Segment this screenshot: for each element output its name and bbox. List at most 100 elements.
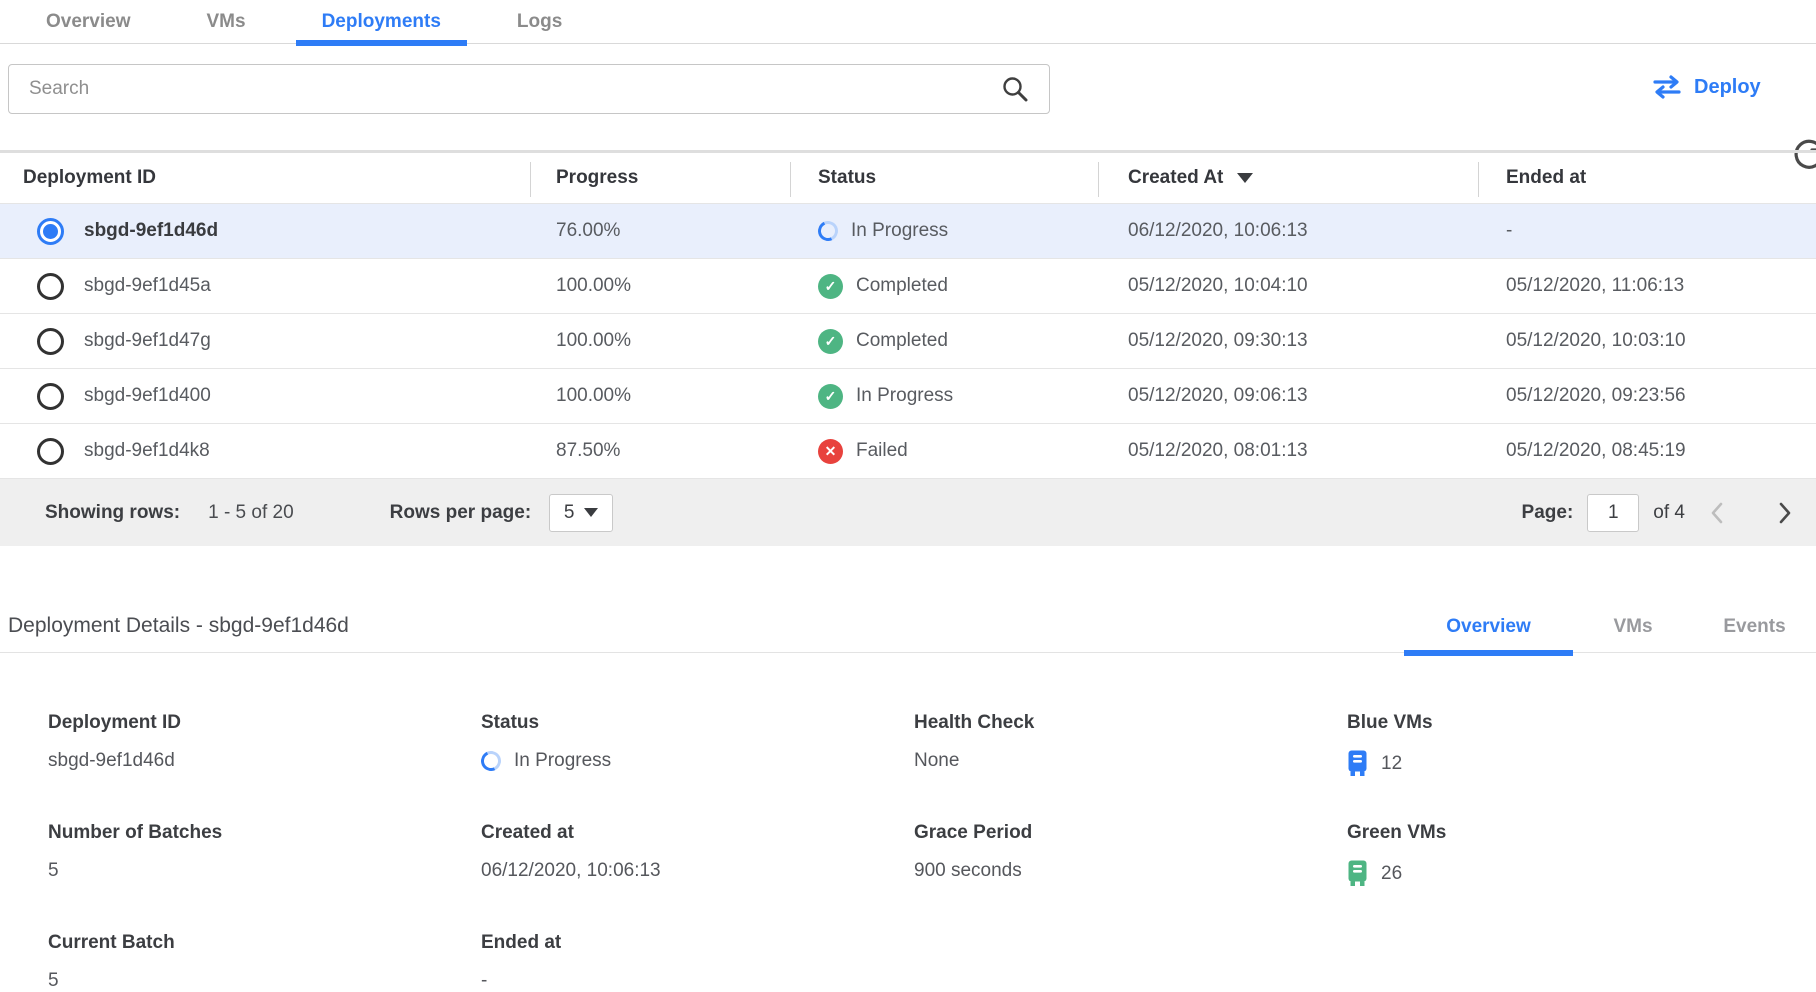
details-tab-overview[interactable]: Overview [1404,600,1573,653]
deployment-id-value: sbgd-9ef1d45a [84,275,211,297]
failed-x-icon: ✕ [818,439,843,464]
row-radio[interactable] [37,218,64,245]
column-header-progress[interactable]: Progress [530,153,790,203]
detail-field-deployment-id: Deployment ID sbgd-9ef1d46d [48,706,481,816]
deployment-id-value: sbgd-9ef1d400 [84,385,211,407]
progress-value: 76.00% [530,220,790,242]
detail-label: Blue VMs [1347,712,1816,734]
details-tab-vms[interactable]: VMs [1573,600,1693,653]
status-label: Completed [856,330,948,352]
deploy-button[interactable]: Deploy [1652,74,1761,100]
detail-value: 12 [1381,753,1402,775]
deployment-details-header: Deployment Details - sbgd-9ef1d46d Overv… [0,600,1816,653]
search-box [8,64,1050,114]
ended-at-value: 05/12/2020, 08:45:19 [1478,440,1816,462]
detail-field-blue-vms: Blue VMs 12 [1347,706,1816,816]
detail-field-green-vms: Green VMs 26 [1347,816,1816,926]
created-at-value: 05/12/2020, 08:01:13 [1098,440,1478,462]
chevron-right-icon [1775,499,1795,527]
showing-rows-value: 1 - 5 of 20 [208,502,294,524]
detail-value: 5 [48,970,59,992]
toolbar: Deploy [0,62,1816,116]
tab-vms[interactable]: VMs [181,0,272,43]
ended-at-value: 05/12/2020, 10:03:10 [1478,330,1816,352]
rows-per-page-value: 5 [564,502,575,524]
column-header-ended-at[interactable]: Ended at [1478,153,1816,203]
detail-value: 26 [1381,863,1402,885]
table-row[interactable]: sbgd-9ef1d4k8 87.50% ✕ Failed 05/12/2020, 08… [0,423,1816,478]
next-page-button[interactable] [1775,499,1795,527]
detail-label: Green VMs [1347,822,1816,844]
table-row[interactable]: sbgd-9ef1d47g 100.00% ✓ Completed 05/12/2020… [0,313,1816,368]
tab-deployments[interactable]: Deployments [296,0,467,43]
created-at-value: 05/12/2020, 09:06:13 [1098,385,1478,407]
rows-per-page-select[interactable]: 5 [549,494,613,532]
row-radio[interactable] [37,328,64,355]
table-row[interactable]: sbgd-9ef1d400100.00%✓In Progress05/12/20… [0,368,1816,423]
detail-field-created-at: Created at 06/12/2020, 10:06:13 [481,816,914,926]
detail-label: Deployment ID [48,712,481,734]
detail-value: sbgd-9ef1d46d [48,750,175,772]
detail-label: Health Check [914,712,1347,734]
rows-per-page-label: Rows per page: [390,502,531,524]
deployment-details-grid: Deployment ID sbgd-9ef1d46d Status In Progr… [48,706,1816,992]
tab-logs[interactable]: Logs [491,0,588,43]
detail-label: Grace Period [914,822,1347,844]
detail-field-ended-at: Ended at - [481,926,914,992]
table-row[interactable]: sbgd-9ef1d45a100.00%✓Completed05/12/2020… [0,258,1816,313]
column-header-created-at[interactable]: Created At [1098,153,1478,203]
detail-label: Ended at [481,932,914,954]
detail-field-current-batch: Current Batch 5 [48,926,481,992]
detail-value: In Progress [514,750,611,772]
deployments-table: Deployment ID Progress Status Created At… [0,150,1816,546]
detail-field-health-check: Health CheckNone [914,706,1347,816]
progress-value: 87.50% [530,440,790,462]
created-at-value: 05/12/2020, 09:30:13 [1098,330,1478,352]
row-radio[interactable] [37,273,64,300]
status-label: Completed [856,275,948,297]
ended-at-value: 05/12/2020, 09:23:56 [1478,385,1816,407]
table-pagination: Showing rows: 1 - 5 of 20 Rows per page:… [0,479,1816,546]
created-at-value: 05/12/2020, 10:04:10 [1098,275,1478,297]
deployment-id-value: sbgd-9ef1d4k8 [84,440,210,462]
ended-at-value: - [1478,220,1816,242]
row-radio[interactable] [37,438,64,465]
completed-check-icon: ✓ [818,329,843,354]
details-tab-events[interactable]: Events [1693,600,1816,653]
completed-check-icon: ✓ [818,384,843,409]
row-radio[interactable] [37,383,64,410]
page-total: of 4 [1653,502,1685,524]
tab-overview[interactable]: Overview [20,0,157,43]
deployment-details-title: Deployment Details - sbgd-9ef1d46d [8,614,349,638]
in-progress-spinner-icon [478,748,504,774]
details-tab-bar: OverviewVMsEvents [1404,600,1816,653]
status-label: In Progress [856,385,953,407]
detail-label: Current Batch [48,932,481,954]
detail-label: Status [481,712,914,734]
column-header-deployment-id[interactable]: Deployment ID [0,153,530,203]
blue-vm-icon [1347,750,1368,777]
detail-label: Number of Batches [48,822,481,844]
table-row[interactable]: sbgd-9ef1d46d 76.00% In Progress 06/12/2020… [0,203,1816,258]
previous-page-button[interactable] [1707,499,1727,527]
column-header-status[interactable]: Status [790,153,1098,203]
search-input[interactable] [9,78,1001,100]
detail-value: - [481,970,487,992]
progress-value: 100.00% [530,330,790,352]
status-label: In Progress [851,220,948,242]
chevron-left-icon [1707,499,1727,527]
showing-rows-label: Showing rows: [45,502,180,524]
detail-label: Created at [481,822,914,844]
page-label: Page: [1522,502,1574,524]
deploy-label: Deploy [1694,76,1761,99]
table-header: Deployment ID Progress Status Created At… [0,150,1816,203]
dropdown-arrow-icon [584,508,598,517]
status-label: Failed [856,440,908,462]
page-number-input[interactable] [1587,494,1639,532]
deployment-id-value: sbgd-9ef1d47g [84,330,211,352]
search-icon [1001,75,1029,103]
ended-at-value: 05/12/2020, 11:06:13 [1478,275,1816,297]
detail-value: 06/12/2020, 10:06:13 [481,860,661,882]
created-at-value: 06/12/2020, 10:06:13 [1098,220,1478,242]
deployment-id-value: sbgd-9ef1d46d [84,220,218,242]
